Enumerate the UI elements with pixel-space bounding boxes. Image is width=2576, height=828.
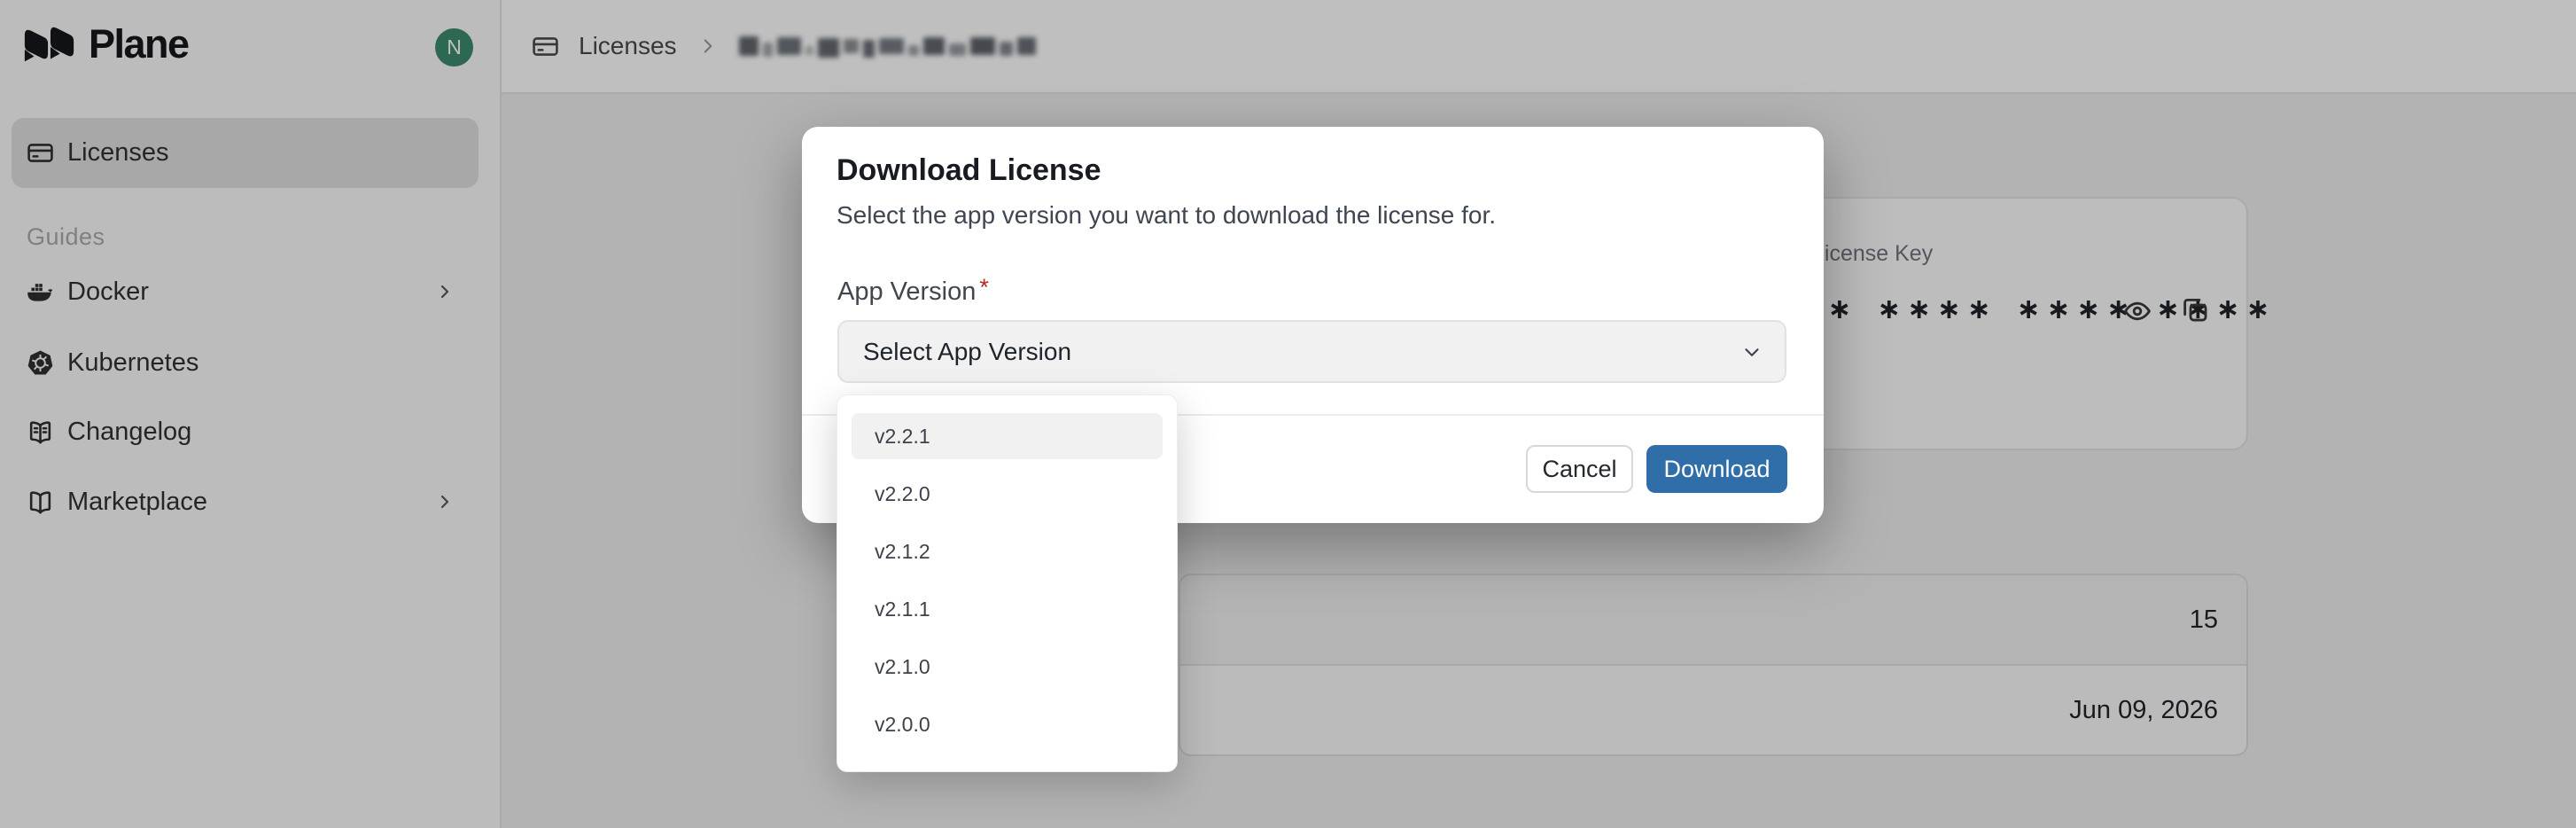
cancel-button-label: Cancel [1542,456,1616,483]
required-asterisk: * [979,274,989,301]
cancel-button[interactable]: Cancel [1526,445,1633,493]
app-version-dropdown: v2.2.1 v2.2.0 v2.1.2 v2.1.1 v2.1.0 v2.0.… [837,394,1178,772]
chevron-down-icon [1740,340,1763,363]
download-button-label: Download [1663,456,1770,483]
dropdown-option[interactable]: v2.1.1 [852,586,1163,632]
modal-title: Download License [837,153,1101,188]
dropdown-option[interactable]: v2.1.2 [852,528,1163,574]
dropdown-option[interactable]: v2.0.0 [852,701,1163,747]
dropdown-option[interactable]: v2.2.1 [852,413,1163,459]
field-label-text: App Version [837,277,976,306]
app-version-field-label: App Version* [837,277,989,307]
app-root: Plane N Licenses Guides Doc [0,0,2576,828]
modal-subtitle: Select the app version you want to downl… [837,201,1496,230]
app-version-select[interactable]: Select App Version [837,320,1786,383]
download-button[interactable]: Download [1646,445,1787,493]
dropdown-option[interactable]: v2.1.0 [852,644,1163,690]
dropdown-option[interactable]: v2.2.0 [852,471,1163,517]
select-placeholder: Select App Version [863,338,1071,366]
